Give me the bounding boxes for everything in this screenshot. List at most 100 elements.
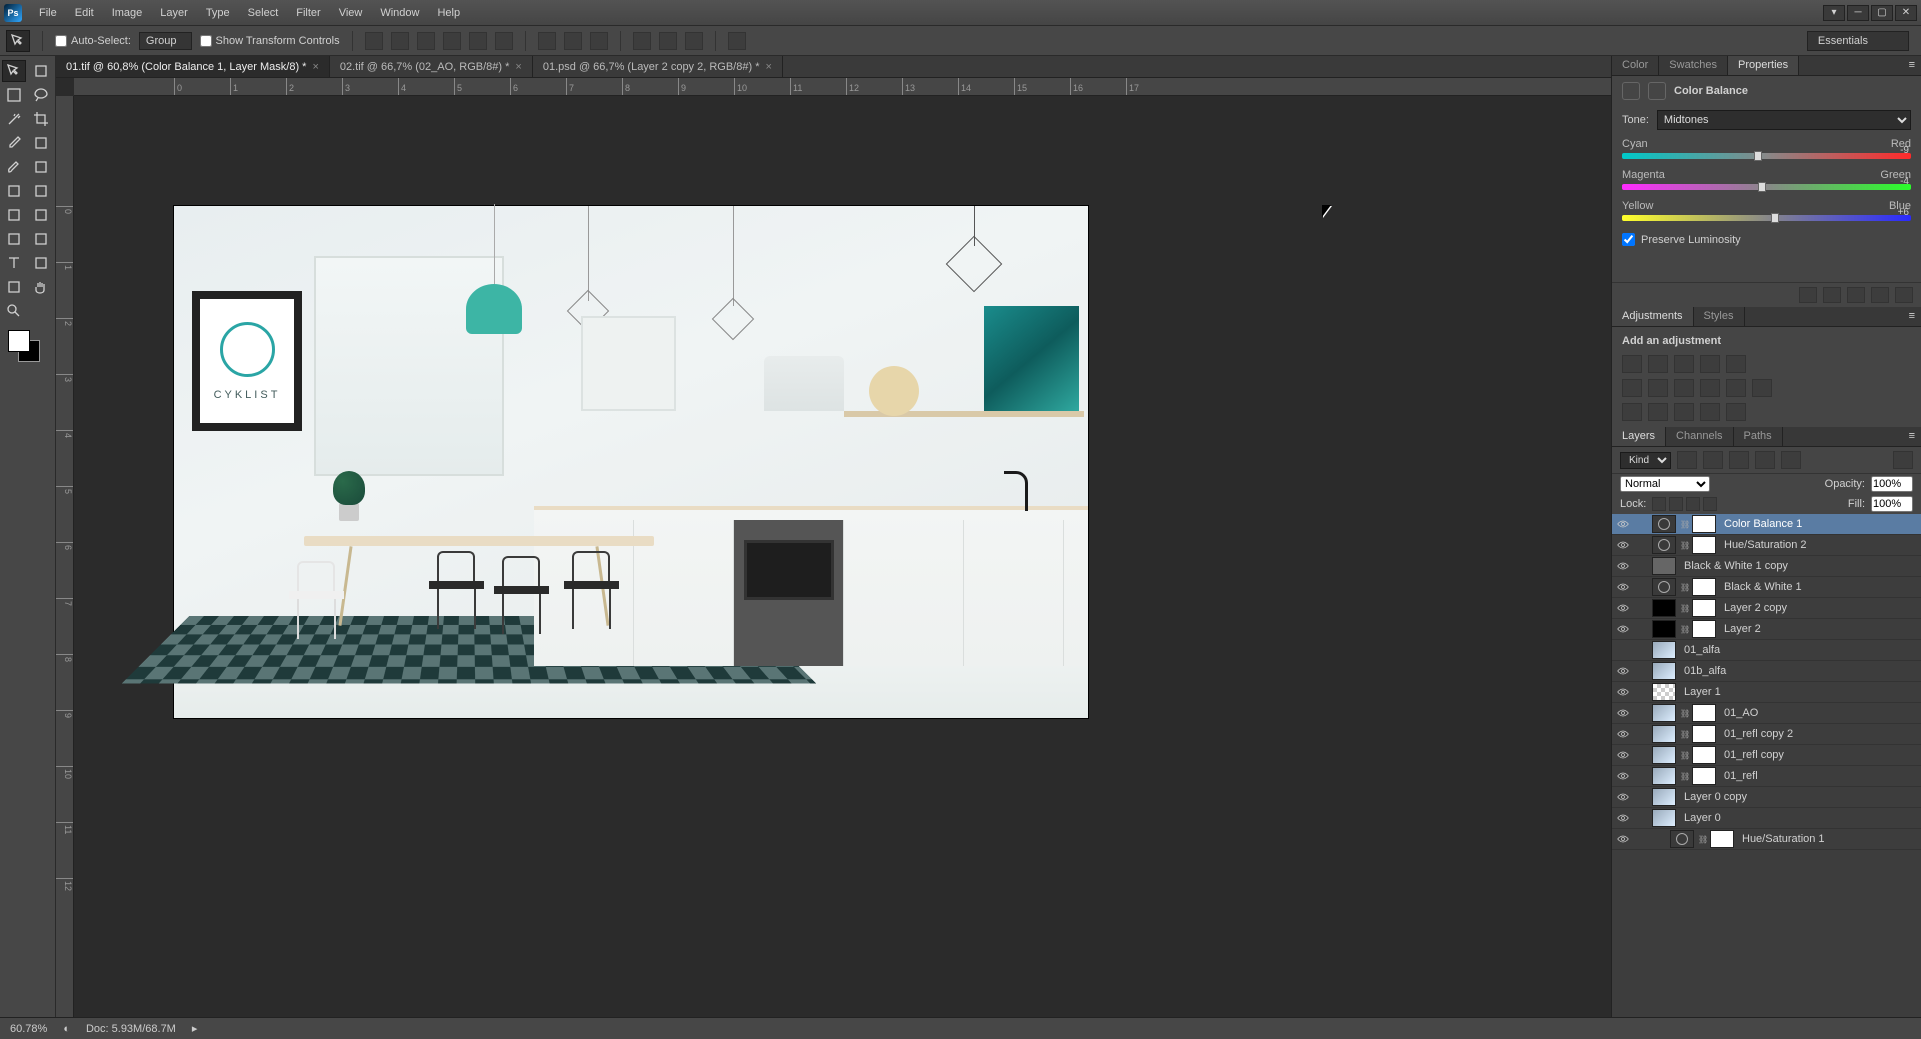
foreground-background-colors[interactable]	[2, 328, 53, 368]
layer-name[interactable]: Layer 2	[1720, 623, 1761, 635]
layer-thumb[interactable]	[1652, 725, 1676, 743]
canvas-viewport[interactable]: CYKLIST	[74, 96, 1611, 1017]
delete-adjustment-icon[interactable]	[1895, 287, 1913, 303]
menu-filter[interactable]: Filter	[287, 3, 329, 23]
distribute-hcenter-icon[interactable]	[659, 32, 677, 50]
color-balance-slider-0[interactable]: CyanRed-9	[1612, 134, 1921, 159]
document-tab-1[interactable]: 02.tif @ 66,7% (02_AO, RGB/8#) *×	[330, 56, 533, 77]
menu-select[interactable]: Select	[239, 3, 288, 23]
layers-list[interactable]: ⛓Color Balance 1⛓Hue/Saturation 2Black &…	[1612, 514, 1921, 1017]
align-bottom-icon[interactable]	[495, 32, 513, 50]
layer-row[interactable]: ⛓01_refl copy	[1612, 745, 1921, 766]
layer-row[interactable]: ⛓01_refl	[1612, 766, 1921, 787]
layer-thumb[interactable]	[1652, 683, 1676, 701]
history-tool[interactable]	[2, 180, 26, 202]
layer-thumb[interactable]	[1652, 599, 1676, 617]
wand-tool[interactable]	[2, 108, 26, 130]
reset-icon[interactable]	[1847, 287, 1865, 303]
layer-thumb[interactable]	[1652, 746, 1676, 764]
threshold-icon[interactable]	[1674, 403, 1694, 421]
eraser-tool[interactable]	[29, 180, 53, 202]
layer-mask-thumb[interactable]	[1692, 578, 1716, 596]
layer-name[interactable]: Hue/Saturation 1	[1738, 833, 1825, 845]
layer-visibility-icon[interactable]	[1616, 727, 1630, 741]
filter-pixel-icon[interactable]	[1677, 451, 1697, 469]
dodge-tool[interactable]	[2, 228, 26, 250]
color-balance-slider-1[interactable]: MagentaGreen-4	[1612, 165, 1921, 190]
collapse-button[interactable]: ▾	[1823, 5, 1845, 21]
vibrance-icon[interactable]	[1726, 355, 1746, 373]
layer-visibility-icon[interactable]	[1616, 811, 1630, 825]
layer-mask-thumb[interactable]	[1692, 536, 1716, 554]
tab-color[interactable]: Color	[1612, 56, 1659, 75]
move-tool-indicator[interactable]	[6, 30, 30, 52]
layer-name[interactable]: Layer 0	[1680, 812, 1721, 824]
close-tab-icon[interactable]: ×	[765, 61, 771, 73]
layer-thumb[interactable]	[1652, 767, 1676, 785]
menu-layer[interactable]: Layer	[151, 3, 197, 23]
layer-visibility-icon[interactable]	[1616, 664, 1630, 678]
auto-select-target-dropdown[interactable]: Group	[139, 32, 192, 50]
layer-visibility-icon[interactable]	[1616, 517, 1630, 531]
auto-select-checkbox[interactable]: Auto-Select:	[55, 35, 131, 47]
filter-toggle-icon[interactable]	[1893, 451, 1913, 469]
zoom-tool[interactable]	[2, 300, 26, 322]
layer-mask-thumb[interactable]	[1692, 767, 1716, 785]
lock-position-icon[interactable]	[1686, 497, 1700, 511]
blur-tool[interactable]	[29, 204, 53, 226]
layer-visibility-icon[interactable]	[1616, 790, 1630, 804]
panel-menu-icon[interactable]: ≡	[1903, 427, 1921, 446]
layer-row[interactable]: Layer 0	[1612, 808, 1921, 829]
color-lookup-icon[interactable]	[1752, 379, 1772, 397]
layer-row[interactable]: ⛓Layer 2	[1612, 619, 1921, 640]
preserve-luminosity-checkbox[interactable]: Preserve Luminosity	[1612, 227, 1921, 252]
layer-name[interactable]: 01_refl copy	[1720, 749, 1784, 761]
layer-mask-thumb[interactable]	[1692, 725, 1716, 743]
layer-name[interactable]: Black & White 1 copy	[1680, 560, 1788, 572]
lock-image-icon[interactable]	[1669, 497, 1683, 511]
layer-visibility-icon[interactable]	[1616, 748, 1630, 762]
layer-mask-thumb[interactable]	[1692, 599, 1716, 617]
layer-visibility-icon[interactable]	[1616, 559, 1630, 573]
patch-tool[interactable]	[29, 132, 53, 154]
brightness-contrast-icon[interactable]	[1622, 355, 1642, 373]
layer-row[interactable]: Black & White 1 copy	[1612, 556, 1921, 577]
layer-visibility-icon[interactable]	[1616, 580, 1630, 594]
layer-name[interactable]: Hue/Saturation 2	[1720, 539, 1807, 551]
layer-thumb[interactable]	[1652, 662, 1676, 680]
menu-image[interactable]: Image	[103, 3, 152, 23]
layer-row[interactable]: ⛓Hue/Saturation 2	[1612, 535, 1921, 556]
layer-name[interactable]: Layer 0 copy	[1680, 791, 1747, 803]
layer-name[interactable]: Layer 2 copy	[1720, 602, 1787, 614]
tab-adjustments[interactable]: Adjustments	[1612, 307, 1694, 326]
layer-row[interactable]: Layer 0 copy	[1612, 787, 1921, 808]
align-left-icon[interactable]	[365, 32, 383, 50]
layer-row[interactable]: Layer 1	[1612, 682, 1921, 703]
artboard-tool[interactable]	[29, 60, 53, 82]
layer-visibility-icon[interactable]	[1616, 601, 1630, 615]
distribute-vcenter-icon[interactable]	[564, 32, 582, 50]
filter-smart-icon[interactable]	[1781, 451, 1801, 469]
toggle-visibility-icon[interactable]	[1871, 287, 1889, 303]
distribute-bottom-icon[interactable]	[590, 32, 608, 50]
lock-transparent-icon[interactable]	[1652, 497, 1666, 511]
pen-tool[interactable]	[29, 228, 53, 250]
layer-row[interactable]: 01b_alfa	[1612, 661, 1921, 682]
layer-thumb[interactable]	[1652, 641, 1676, 659]
layer-mask-thumb[interactable]	[1692, 704, 1716, 722]
tab-layers[interactable]: Layers	[1612, 427, 1666, 446]
layer-thumb[interactable]	[1652, 809, 1676, 827]
color-balance-slider-2[interactable]: YellowBlue+6	[1612, 196, 1921, 221]
layer-visibility-icon[interactable]	[1616, 643, 1630, 657]
lock-all-icon[interactable]	[1703, 497, 1717, 511]
layer-filter-kind[interactable]: Kind	[1620, 452, 1671, 469]
menu-file[interactable]: File	[30, 3, 66, 23]
layer-visibility-icon[interactable]	[1616, 832, 1630, 846]
layer-name[interactable]: 01_alfa	[1680, 644, 1720, 656]
path-tool[interactable]	[29, 252, 53, 274]
tab-swatches[interactable]: Swatches	[1659, 56, 1728, 75]
layer-row[interactable]: ⛓Black & White 1	[1612, 577, 1921, 598]
document-canvas[interactable]: CYKLIST	[174, 206, 1088, 718]
curves-icon[interactable]	[1674, 355, 1694, 373]
layer-name[interactable]: 01_AO	[1720, 707, 1758, 719]
